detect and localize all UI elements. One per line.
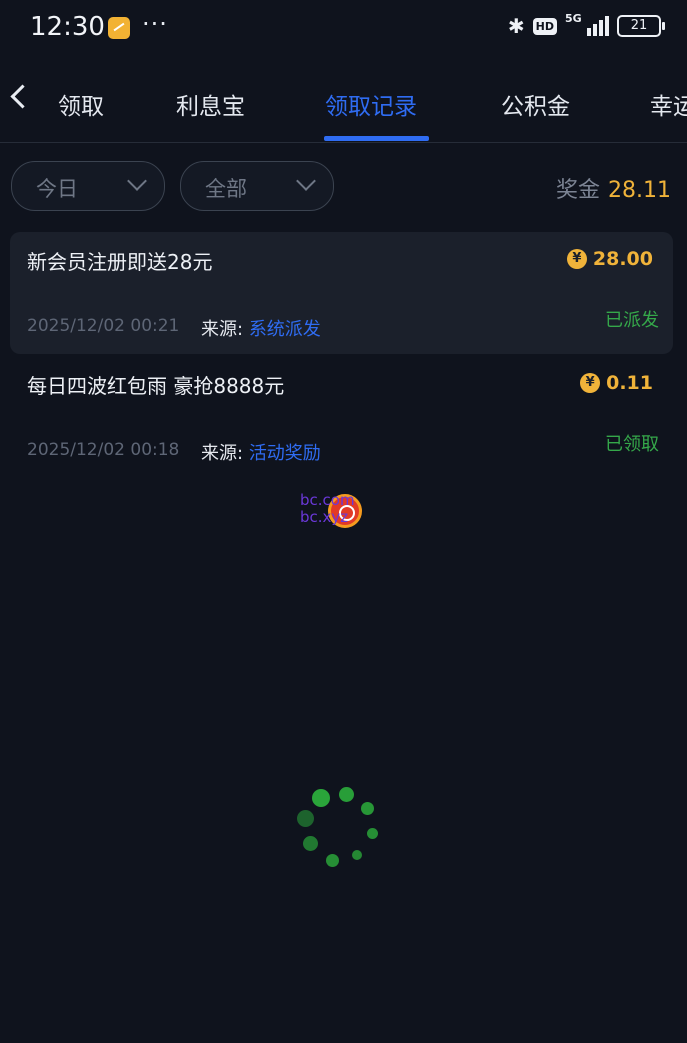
record-item[interactable]: 新会员注册即送28元 ¥ 28.00 2025/12/02 00:21 来源: … — [10, 232, 673, 354]
watermark: bc.com bc.xyz — [300, 492, 410, 532]
status-bar: 12:30 ··· ✱ HD 5G 21 — [0, 0, 687, 56]
record-status: 已领取 — [605, 434, 659, 455]
yuan-coin-icon: ¥ — [580, 373, 601, 393]
date-filter-value: 今日 — [36, 177, 78, 201]
tab-receive[interactable]: 领取 — [58, 87, 104, 121]
yuan-coin-icon: ¥ — [566, 249, 587, 269]
bluetooth-icon: ✱ — [507, 14, 525, 38]
record-amount: ¥ 28.00 — [566, 248, 653, 270]
record-source-label: 来源: — [201, 319, 244, 340]
tab-provident-fund[interactable]: 公积金 — [501, 87, 570, 121]
back-chevron-icon[interactable] — [10, 84, 35, 109]
chevron-down-icon — [127, 171, 147, 191]
tab-claim-records[interactable]: 领取记录 — [325, 87, 417, 121]
record-time: 2025/12/02 00:18 — [27, 440, 180, 460]
tab-interest[interactable]: 利息宝 — [176, 87, 245, 121]
record-amount-value: 28.00 — [592, 248, 653, 270]
type-filter-value: 全部 — [205, 177, 247, 201]
record-title: 每日四波红包雨 豪抢8888元 — [27, 374, 285, 398]
record-title: 新会员注册即送28元 — [27, 250, 213, 274]
tab-lucky[interactable]: 幸运 — [650, 87, 687, 121]
watermark-line-2: bc.xyz — [300, 508, 349, 526]
network-type: 5G — [565, 12, 582, 25]
record-status: 已派发 — [605, 310, 659, 331]
hd-voice-icon: HD — [532, 17, 557, 35]
record-amount: ¥ 0.11 — [580, 372, 653, 394]
record-source-value: 系统派发 — [248, 319, 321, 340]
more-notifications-icon: ··· — [142, 10, 168, 38]
bonus-value: 28.11 — [608, 178, 671, 203]
loading-spinner-icon — [295, 785, 385, 867]
bonus-total: 奖金 28.11 — [556, 172, 671, 204]
active-tab-indicator — [324, 136, 429, 141]
record-item[interactable]: 每日四波红包雨 豪抢8888元 ¥ 0.11 2025/12/02 00:18 … — [10, 356, 673, 478]
record-amount-value: 0.11 — [606, 372, 653, 394]
type-filter-select[interactable]: 全部 — [180, 161, 334, 211]
record-source-value: 活动奖励 — [248, 443, 321, 464]
record-time: 2025/12/02 00:21 — [27, 316, 180, 336]
date-filter-select[interactable]: 今日 — [11, 161, 165, 211]
tab-bar: 领取 利息宝 领取记录 公积金 幸运 — [0, 70, 687, 143]
record-source-label: 来源: — [201, 443, 244, 464]
status-time: 12:30 — [30, 12, 105, 42]
watermark-line-1: bc.com — [300, 491, 355, 509]
chevron-down-icon — [296, 171, 316, 191]
battery-icon: 21 — [617, 15, 665, 37]
bonus-label: 奖金 — [556, 178, 601, 203]
signal-icon: 5G — [565, 12, 609, 38]
record-source: 来源: 活动奖励 — [201, 439, 321, 465]
record-source: 来源: 系统派发 — [201, 315, 321, 341]
notes-app-icon — [108, 17, 130, 39]
